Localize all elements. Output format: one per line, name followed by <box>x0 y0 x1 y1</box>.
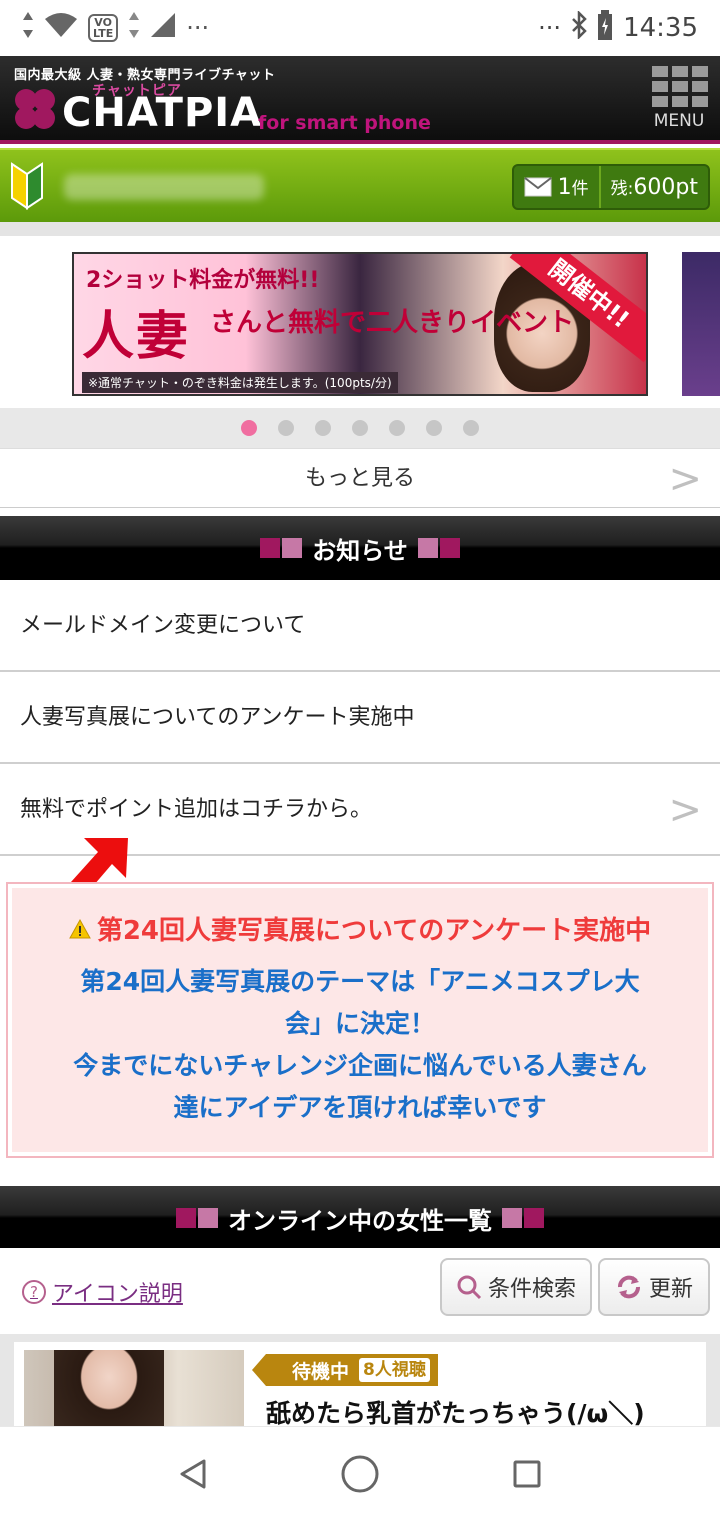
carousel-dots <box>0 408 720 448</box>
user-bar: 1件 残:600pt <box>0 148 720 222</box>
performer-face-image <box>54 1350 164 1426</box>
mail-icon <box>524 177 552 197</box>
signal-icon <box>150 12 176 44</box>
heading-square-icon <box>524 1208 544 1228</box>
refresh-icon <box>617 1275 640 1299</box>
online-heading-label: オンライン中の女性一覧 <box>228 1206 492 1235</box>
mail-count: 1件 <box>557 175 589 200</box>
heading-square-icon <box>417 538 438 558</box>
icon-help-link[interactable]: ? アイコン説明 <box>22 1276 183 1308</box>
heading-square-icon <box>282 538 303 558</box>
beginner-mark-icon <box>11 162 43 210</box>
notice-title-text: 第24回人妻写真展についてのアンケート実施中 <box>96 916 652 946</box>
performer-title: 舐めたら乳首がたっちゃう(/ω＼) <box>266 1399 645 1426</box>
performer-photo[interactable] <box>24 1350 244 1426</box>
chevron-right-icon: > <box>668 456 702 502</box>
more-notifications-icon: ··· <box>186 14 210 42</box>
next-banner-peek[interactable] <box>682 252 720 396</box>
banner-line2: 人妻 <box>82 307 191 367</box>
search-button-label: 条件検索 <box>487 1277 576 1302</box>
menu-label: MENU <box>653 111 705 131</box>
question-icon: ? <box>22 1280 46 1304</box>
back-button[interactable] <box>163 1444 223 1504</box>
carousel-dot[interactable] <box>278 420 294 436</box>
data-arrows-icon <box>22 10 34 46</box>
notice-body: 第24回人妻写真展のテーマは「アニメコスプレ大 会」に決定！ 今までにないチャレ… <box>8 961 712 1129</box>
notice-line: 第24回人妻写真展のテーマは「アニメコスプレ大 <box>80 967 640 996</box>
battery-icon <box>597 10 613 46</box>
news-item[interactable]: 人妻写真展についてのアンケート実施中 <box>0 672 720 764</box>
heading-square-icon <box>198 1208 218 1228</box>
wifi-icon <box>44 12 78 44</box>
volte-icon: VO LTE <box>88 14 119 42</box>
news-item-label: メールドメイン変更について <box>20 613 306 638</box>
notice-line: 会」に決定！ <box>284 1009 435 1038</box>
news-item[interactable]: メールドメイン変更について <box>0 580 720 672</box>
banner-carousel[interactable]: 2ショット料金が無料!! 人妻 さんと無料で二人きりイベント ※通常チャット・の… <box>0 222 720 408</box>
carousel-dot[interactable] <box>315 420 331 436</box>
notice-box[interactable]: 第24回人妻写真展についてのアンケート実施中 第24回人妻写真展のテーマは「アニ… <box>6 882 714 1158</box>
status-label: 待機中 <box>292 1360 350 1383</box>
heading-square-icon <box>439 538 460 558</box>
back-triangle-icon <box>180 1459 206 1488</box>
logo-text[interactable]: CHATPIA <box>62 90 262 136</box>
search-button[interactable]: 条件検索 <box>440 1258 592 1316</box>
points-balance: 残:600pt <box>610 175 698 200</box>
home-button[interactable] <box>330 1444 390 1504</box>
notice-title: 第24回人妻写真展についてのアンケート実施中 <box>8 910 712 947</box>
heading-square-icon <box>502 1208 522 1228</box>
more-notifications-icon: ··· <box>538 14 562 42</box>
home-circle-icon <box>341 1455 379 1492</box>
system-nav-bar <box>0 1426 720 1520</box>
clock: 14:35 <box>623 13 698 43</box>
carousel-dot[interactable] <box>352 420 368 436</box>
banner-line1: 2ショット料金が無料!! <box>86 268 320 293</box>
carousel-dot[interactable] <box>426 420 442 436</box>
recents-square-icon <box>513 1460 541 1487</box>
user-name-blurred <box>64 174 264 200</box>
online-toolbar: ? アイコン説明 条件検索 更新 <box>0 1248 720 1334</box>
status-badge: 待機中 8人視聴 <box>252 1354 438 1386</box>
menu-button[interactable]: MENU <box>650 66 708 138</box>
event-banner[interactable]: 2ショット料金が無料!! 人妻 さんと無料で二人きりイベント ※通常チャット・の… <box>72 252 648 396</box>
refresh-button[interactable]: 更新 <box>598 1258 710 1316</box>
refresh-button-label: 更新 <box>648 1277 693 1302</box>
carousel-dot[interactable] <box>463 420 479 436</box>
status-bar: VO LTE ··· ··· 14:35 <box>0 0 720 56</box>
recents-button[interactable] <box>497 1444 557 1504</box>
logo-flower-icon[interactable] <box>12 86 58 132</box>
news-heading: お知らせ <box>0 516 720 580</box>
site-header: 国内最大級 人妻・熟女専門ライブチャット チャットピア CHATPIA for … <box>0 56 720 144</box>
banner-note: ※通常チャット・のぞき料金は発生します。(100pts/分) <box>82 372 398 393</box>
menu-grid-icon <box>652 66 708 107</box>
carousel-dot[interactable] <box>241 420 257 436</box>
mailbox-button[interactable]: 1件 <box>514 166 601 208</box>
viewer-count: 8人視聴 <box>359 1358 430 1382</box>
online-heading: オンライン中の女性一覧 <box>0 1186 720 1250</box>
notice-line: 達にアイデアを頂ければ幸いです <box>173 1093 547 1122</box>
performer-card[interactable]: 待機中 8人視聴 舐めたら乳首がたっちゃう(/ω＼) <box>14 1342 706 1426</box>
more-link-label: もっと見る <box>304 466 415 491</box>
news-item-label: 無料でポイント追加はコチラから。 <box>20 797 373 822</box>
user-stats[interactable]: 1件 残:600pt <box>511 164 710 210</box>
data-arrows-icon <box>128 10 140 46</box>
warning-icon <box>68 918 91 938</box>
chevron-right-icon: > <box>668 787 702 833</box>
icon-help-label: アイコン説明 <box>52 1282 183 1307</box>
notice-line: 今までにないチャレンジ企画に悩んでいる人妻さん <box>73 1051 647 1080</box>
bluetooth-icon <box>571 9 587 45</box>
carousel-dot[interactable] <box>389 420 405 436</box>
search-icon <box>457 1275 482 1300</box>
news-heading-label: お知らせ <box>312 536 408 565</box>
news-item-label: 人妻写真展についてのアンケート実施中 <box>20 705 415 730</box>
heading-square-icon <box>260 538 281 558</box>
banner-line3: さんと無料で二人きりイベント <box>210 308 575 338</box>
more-link[interactable]: もっと見る > <box>0 448 720 508</box>
heading-square-icon <box>176 1208 196 1228</box>
logo-subtitle: for smart phone <box>258 112 431 134</box>
